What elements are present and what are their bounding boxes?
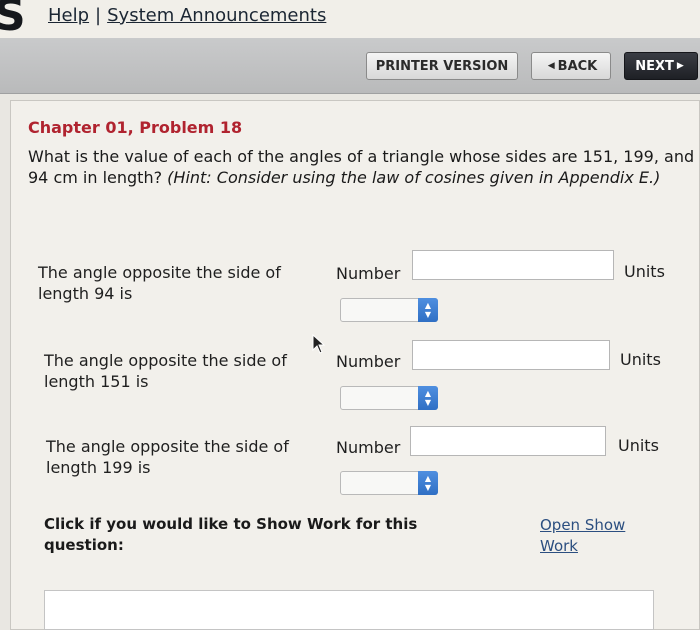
- next-button[interactable]: NEXT ▶: [624, 52, 698, 80]
- printer-version-label: PRINTER VERSION: [375, 58, 509, 74]
- open-show-work-link[interactable]: Open Show Work: [540, 515, 650, 557]
- back-button[interactable]: ◀ BACK: [531, 52, 611, 80]
- next-label: NEXT: [635, 58, 674, 74]
- answer-2-units-label: Units: [620, 350, 661, 369]
- answer-3-units-label: Units: [618, 436, 659, 455]
- select-stepper-icon: ▲ ▼: [418, 298, 438, 322]
- nav-toolbar: PRINTER VERSION ◀ BACK NEXT ▶: [0, 38, 700, 94]
- help-links: Help | System Announcements: [48, 5, 326, 26]
- answer-1-number-input[interactable]: [412, 250, 614, 280]
- show-work-prompt: Click if you would like to Show Work for…: [44, 515, 418, 554]
- answer-3-number-label: Number: [336, 438, 401, 457]
- link-separator: |: [95, 5, 102, 26]
- question-hint: (Hint: Consider using the law of cosines…: [167, 168, 661, 187]
- show-work-area[interactable]: [44, 590, 654, 630]
- question-text: What is the value of each of the angles …: [28, 146, 698, 188]
- answer-3-number-input[interactable]: [410, 426, 606, 456]
- system-announcements-link[interactable]: System Announcements: [107, 5, 326, 26]
- select-stepper-icon: ▲ ▼: [418, 386, 438, 410]
- answer-3-label: The angle opposite the side of length 19…: [46, 437, 289, 477]
- answer-1-number-label: Number: [336, 264, 401, 283]
- chevron-right-icon: ▶: [676, 61, 684, 71]
- answer-1-label: The angle opposite the side of length 94…: [38, 263, 281, 303]
- top-bar: S Help | System Announcements: [0, 0, 700, 41]
- select-stepper-icon: ▲ ▼: [418, 471, 438, 495]
- answer-2-number-input[interactable]: [412, 340, 610, 370]
- chevron-left-icon: ◀: [547, 61, 555, 71]
- mouse-cursor-icon: [312, 334, 326, 354]
- answer-2-label: The angle opposite the side of length 15…: [44, 351, 287, 391]
- answer-1-units-label: Units: [624, 262, 665, 281]
- back-label: BACK: [557, 58, 598, 74]
- answer-3-units-select[interactable]: ▲ ▼: [340, 471, 438, 495]
- answer-2-number-label: Number: [336, 352, 401, 371]
- answer-1-units-select[interactable]: ▲ ▼: [340, 298, 438, 322]
- chapter-title: Chapter 01, Problem 18: [28, 118, 243, 137]
- printer-version-button[interactable]: PRINTER VERSION: [366, 52, 518, 80]
- answer-2-units-select[interactable]: ▲ ▼: [340, 386, 438, 410]
- help-link[interactable]: Help: [48, 5, 89, 26]
- wileyplus-logo-icon: S: [0, 0, 26, 41]
